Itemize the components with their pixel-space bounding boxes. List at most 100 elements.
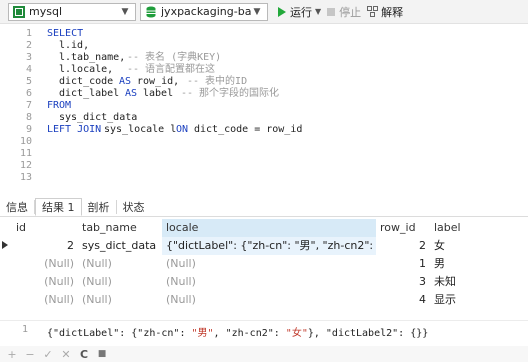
connection-icon: [13, 5, 25, 18]
cell-tab-name[interactable]: (Null): [78, 273, 162, 291]
tab-profile[interactable]: 剖析: [82, 198, 116, 216]
stop-icon[interactable]: ■: [96, 348, 108, 360]
query-toolbar: mysql ▼ jyxpackaging-base- ▼ 运行 ▼ 停止 解释: [0, 0, 528, 24]
json-string: "女": [285, 328, 308, 339]
cell-locale[interactable]: {"dictLabel": {"zh-cn": "男", "zh-cn2": "…: [162, 237, 376, 255]
code-text: l.id,: [59, 40, 90, 51]
line-number: 1: [21, 324, 28, 335]
line-number: 9: [25, 124, 32, 135]
result-grid: id tab_name locale row_id label 2 sys_di…: [0, 219, 528, 309]
cell-locale[interactable]: (Null): [162, 273, 376, 291]
add-record-icon[interactable]: +: [6, 348, 18, 361]
code-text: label: [143, 88, 174, 99]
cell-id[interactable]: (Null): [12, 255, 78, 273]
code-text: l.tab_name,: [59, 52, 126, 63]
line-number: 13: [19, 172, 32, 183]
grid-action-bar: + − ✓ ✕ C ■: [0, 346, 528, 362]
code-keyword: AS: [125, 88, 138, 99]
line-number: 11: [19, 148, 32, 159]
chevron-down-icon[interactable]: ▼: [251, 7, 263, 17]
delete-record-icon[interactable]: −: [24, 348, 36, 361]
json-text: }, "dictLabel2": {}}: [307, 328, 429, 339]
cell-label[interactable]: 未知: [430, 273, 528, 291]
current-row-indicator: [2, 241, 8, 249]
stop-label: 停止: [339, 5, 362, 19]
line-number: 7: [25, 100, 32, 111]
line-number: 4: [25, 64, 32, 75]
cell-id[interactable]: (Null): [12, 291, 78, 309]
cell-row-id[interactable]: 2: [376, 237, 430, 255]
tab-result-1[interactable]: 结果 1: [35, 198, 82, 216]
cell-row-id[interactable]: 3: [376, 273, 430, 291]
cell-tab-name[interactable]: (Null): [78, 255, 162, 273]
code-comment: -- 那个字段的国际化: [181, 88, 280, 99]
apply-changes-icon[interactable]: ✓: [42, 348, 54, 361]
tab-label: 信息: [6, 201, 28, 214]
cell-tab-name[interactable]: sys_dict_data: [78, 237, 162, 255]
line-number: 10: [19, 136, 32, 147]
run-dropdown-icon[interactable]: ▼: [315, 7, 321, 16]
chevron-down-icon[interactable]: ▼: [119, 7, 131, 17]
line-number: 5: [25, 76, 32, 87]
column-header-id[interactable]: id: [12, 219, 78, 237]
tab-status[interactable]: 状态: [117, 198, 151, 216]
line-number: 6: [25, 88, 32, 99]
code-keyword: AS: [119, 76, 132, 87]
code-text: row_id,: [137, 76, 180, 87]
line-number: 8: [25, 112, 32, 123]
run-label: 运行: [290, 5, 312, 19]
explain-button[interactable]: 解释: [367, 4, 403, 20]
cell-row-id[interactable]: 4: [376, 291, 430, 309]
cell-label[interactable]: 显示: [430, 291, 528, 309]
run-button[interactable]: 运行 ▼: [278, 4, 321, 20]
cell-tab-name[interactable]: (Null): [78, 291, 162, 309]
code-comment: -- 表中的ID: [187, 76, 248, 87]
database-label: jyxpackaging-base-: [161, 5, 251, 18]
json-text: {"dictLabel": {"zh-cn":: [47, 328, 192, 339]
line-number: 3: [25, 52, 32, 63]
column-header-label[interactable]: label: [430, 219, 528, 237]
run-icon: [278, 6, 286, 17]
cell-id[interactable]: (Null): [12, 273, 78, 291]
connection-label: mysql: [29, 5, 62, 18]
column-header-locale[interactable]: locale: [162, 219, 376, 237]
json-value: {"dictLabel": {"zh-cn": "男", "zh-cn2": "…: [47, 324, 428, 339]
code-text: SELECT: [47, 28, 84, 39]
stop-icon: [327, 7, 336, 16]
code-text: sys_dict_data: [59, 112, 138, 123]
explain-label: 解释: [381, 5, 404, 19]
cell-id[interactable]: 2: [12, 237, 78, 255]
code-keyword: FROM: [47, 100, 72, 111]
sql-editor[interactable]: 1 SELECT 2 l.id, 3 l.tab_name, -- 表名 (字典KEY)…: [0, 24, 528, 194]
tab-info[interactable]: 信息: [0, 198, 34, 216]
stop-button[interactable]: 停止: [327, 4, 361, 20]
tab-label: 状态: [122, 201, 145, 214]
json-text: , "zh-cn2":: [213, 328, 286, 339]
line-number: 12: [19, 160, 32, 171]
line-number: 1: [25, 28, 32, 39]
code-keyword: LEFT JOIN: [47, 124, 102, 135]
code-text: dict_code: [59, 76, 114, 87]
result-tabs: 信息 结果 1 剖析 状态: [0, 197, 528, 217]
cell-locale[interactable]: (Null): [162, 255, 376, 273]
column-header-row-id[interactable]: row_id: [376, 219, 430, 237]
column-header-tab-name[interactable]: tab_name: [78, 219, 162, 237]
code-text: l.locale,: [59, 64, 114, 75]
cell-label[interactable]: 女: [430, 237, 528, 255]
cell-value-viewer[interactable]: 1 {"dictLabel": {"zh-cn": "男", "zh-cn2":…: [0, 320, 528, 339]
code-comment: -- 语言配置都在这: [127, 64, 216, 75]
code-comment: -- 表名 (字典KEY): [127, 52, 222, 63]
refresh-icon[interactable]: C: [78, 348, 90, 361]
discard-changes-icon[interactable]: ✕: [60, 348, 72, 361]
code-keyword: ON: [176, 124, 189, 135]
tab-label: 剖析: [87, 201, 110, 214]
code-text: dict_label: [59, 88, 120, 99]
cell-label[interactable]: 男: [430, 255, 528, 273]
explain-icon: [367, 6, 379, 17]
cell-locale[interactable]: (Null): [162, 291, 376, 309]
code-text: sys_locale l: [104, 124, 177, 135]
connection-select[interactable]: mysql ▼: [8, 2, 136, 21]
cell-row-id[interactable]: 1: [376, 255, 430, 273]
database-select[interactable]: jyxpackaging-base- ▼: [140, 2, 268, 21]
json-string: "男": [191, 328, 214, 339]
